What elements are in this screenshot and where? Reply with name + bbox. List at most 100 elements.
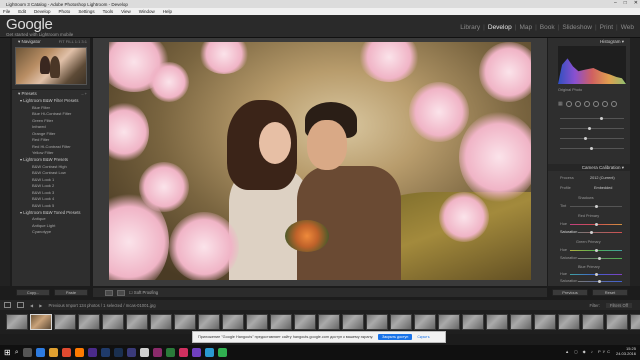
left-panel-edge[interactable]: [0, 38, 10, 286]
filmstrip-thumbnail[interactable]: [54, 314, 76, 330]
green-hue-slider[interactable]: [570, 249, 622, 252]
slider-knob[interactable]: [584, 137, 587, 140]
preset-folder[interactable]: ▾ Lightroom B&W Presets: [12, 156, 90, 163]
green-saturation-slider[interactable]: [578, 257, 622, 260]
tint-slider[interactable]: [570, 205, 622, 208]
crop-tool-icon[interactable]: [565, 101, 572, 107]
app-icon[interactable]: [178, 348, 188, 357]
firefox-icon[interactable]: [74, 348, 84, 357]
profile-select[interactable]: Embedded: [594, 186, 612, 190]
filmstrip-thumbnail[interactable]: [102, 314, 124, 330]
hide-notification-button[interactable]: Скрыть: [417, 335, 429, 339]
slider-track[interactable]: [560, 117, 624, 120]
filmstrip-thumbnail[interactable]: [630, 314, 640, 330]
loupe-view-button[interactable]: [105, 289, 113, 296]
photoshop-icon[interactable]: [100, 348, 110, 357]
blue-hue-slider[interactable]: [570, 273, 622, 276]
menu-view[interactable]: View: [121, 9, 131, 14]
right-panel-edge[interactable]: [630, 38, 640, 286]
filmstrip-thumbnail[interactable]: [366, 314, 388, 330]
forward-arrow-icon[interactable]: ▶: [39, 303, 42, 308]
redeye-icon[interactable]: [583, 101, 590, 107]
filmstrip-thumbnail[interactable]: [558, 314, 580, 330]
soft-proofing-checkbox[interactable]: ☐ Soft Proofing: [129, 290, 158, 295]
filmstrip-thumbnail[interactable]: [582, 314, 604, 330]
menu-file[interactable]: File: [3, 9, 10, 14]
grid-view-icon[interactable]: [17, 302, 24, 308]
indesign-icon[interactable]: [152, 348, 162, 357]
menu-edit[interactable]: Edit: [18, 9, 26, 14]
previous-button[interactable]: Previous: [552, 289, 588, 296]
clock[interactable]: 15:25 24.03.2016: [616, 346, 636, 356]
slider-knob[interactable]: [598, 280, 601, 283]
grid-icon[interactable]: ▦: [558, 101, 563, 107]
navigator-header[interactable]: ▾ Navigator FIT FILL 1:1 3:1: [12, 38, 90, 45]
copy-button[interactable]: Copy...: [16, 289, 50, 296]
filmstrip-thumbnail[interactable]: [270, 314, 292, 330]
presets-header[interactable]: ▾ Presets – +: [12, 90, 90, 97]
skype-icon[interactable]: [204, 348, 214, 357]
menu-settings[interactable]: Settings: [78, 9, 94, 14]
paste-button[interactable]: Paste: [54, 289, 88, 296]
menu-tools[interactable]: Tools: [103, 9, 114, 14]
filmstrip-thumbnail[interactable]: [390, 314, 412, 330]
minimize-button[interactable]: –: [614, 0, 617, 6]
red-saturation-slider[interactable]: [578, 231, 622, 234]
close-button[interactable]: ✕: [634, 0, 638, 6]
module-web[interactable]: Web: [621, 24, 634, 31]
stop-sharing-button[interactable]: Закрыть доступ: [378, 334, 413, 340]
task-view-icon[interactable]: [22, 348, 32, 357]
menu-help[interactable]: Help: [163, 9, 172, 14]
slider-track[interactable]: [560, 147, 624, 150]
maximize-button[interactable]: □: [624, 0, 627, 6]
chrome-icon[interactable]: [61, 348, 71, 357]
slider-knob[interactable]: [598, 257, 601, 260]
module-map[interactable]: Map: [519, 24, 532, 31]
lightroom-icon[interactable]: [113, 348, 123, 357]
filmstrip-thumbnail[interactable]: [246, 314, 268, 330]
secondary-display-icon[interactable]: [4, 302, 11, 308]
preset-folder[interactable]: ▾ Lightroom B&W Filter Presets: [12, 97, 90, 104]
after-effects-icon[interactable]: [126, 348, 136, 357]
slider-knob[interactable]: [590, 147, 593, 150]
filmstrip-thumbnail[interactable]: [30, 314, 52, 330]
spot-removal-icon[interactable]: [574, 101, 581, 107]
slider-knob[interactable]: [595, 205, 598, 208]
red-hue-slider[interactable]: [570, 223, 622, 226]
before-after-button[interactable]: [117, 289, 125, 296]
blue-saturation-slider[interactable]: [578, 280, 622, 283]
filmstrip-thumbnail[interactable]: [438, 314, 460, 330]
filmstrip-thumbnail[interactable]: [534, 314, 556, 330]
filmstrip-thumbnail[interactable]: [462, 314, 484, 330]
navigator-preview[interactable]: [15, 47, 87, 85]
slider-knob[interactable]: [595, 249, 598, 252]
main-photo[interactable]: [109, 42, 531, 280]
navigator-zoom-options[interactable]: FIT FILL 1:1 3:1: [59, 39, 87, 44]
whatsapp-icon[interactable]: [217, 348, 227, 357]
app-icon[interactable]: [139, 348, 149, 357]
filmstrip-thumbnail[interactable]: [222, 314, 244, 330]
filmstrip-thumbnail[interactable]: [294, 314, 316, 330]
slider-knob[interactable]: [600, 117, 603, 120]
language-indicator[interactable]: РУС: [598, 349, 612, 354]
edge-icon[interactable]: [35, 348, 45, 357]
add-preset-icon[interactable]: – +: [81, 91, 87, 96]
back-arrow-icon[interactable]: ◀: [30, 303, 33, 308]
slider-track[interactable]: [560, 127, 624, 130]
image-canvas[interactable]: [93, 38, 547, 286]
premiere-icon[interactable]: [87, 348, 97, 357]
preset-folder[interactable]: ▾ Lightroom B&W Toned Presets: [12, 209, 90, 216]
filmstrip-thumbnail[interactable]: [606, 314, 628, 330]
menu-photo[interactable]: Photo: [59, 9, 71, 14]
reset-button[interactable]: Reset: [592, 289, 628, 296]
histogram[interactable]: [558, 46, 626, 84]
filmstrip-thumbnail[interactable]: [150, 314, 172, 330]
filmstrip-thumbnail[interactable]: [342, 314, 364, 330]
filmstrip-thumbnail[interactable]: [126, 314, 148, 330]
filmstrip-thumbnail[interactable]: [198, 314, 220, 330]
filmstrip-thumbnail[interactable]: [486, 314, 508, 330]
slider-knob[interactable]: [590, 231, 593, 234]
menu-window[interactable]: Window: [139, 9, 155, 14]
hangouts-icon[interactable]: [165, 348, 175, 357]
module-print[interactable]: Print: [600, 24, 613, 31]
